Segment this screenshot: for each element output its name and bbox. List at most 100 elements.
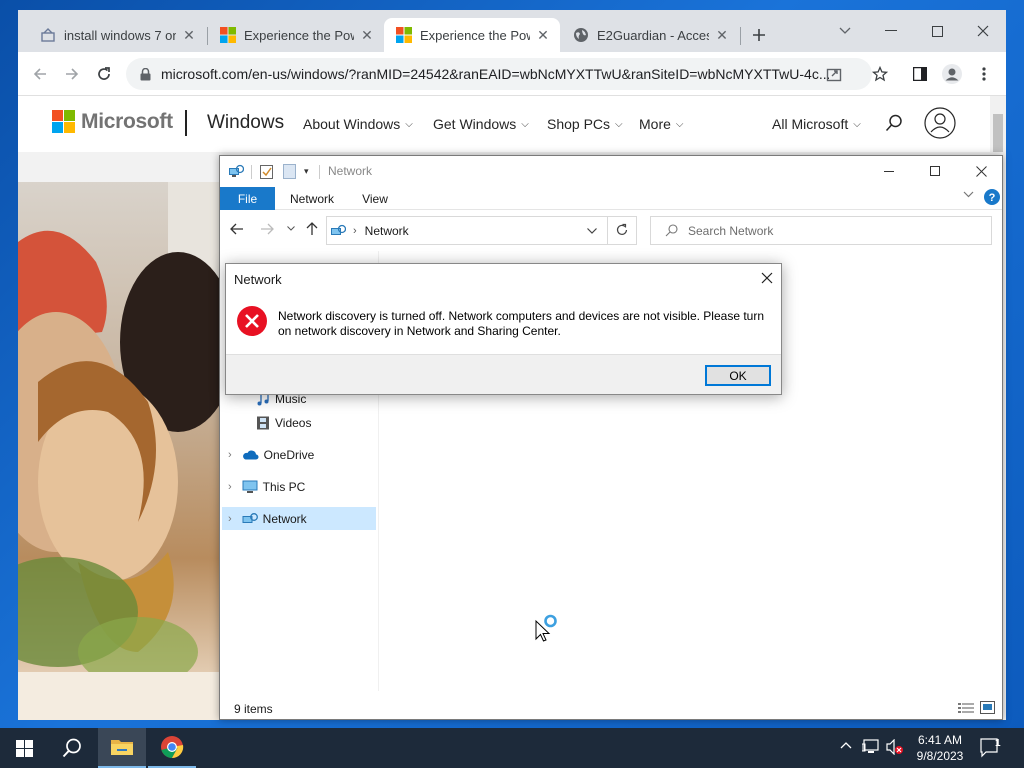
scrollbar-thumb[interactable] [993, 114, 1003, 152]
product-name[interactable]: Windows [207, 112, 284, 134]
close-icon[interactable]: ✕ [536, 27, 550, 44]
tab-title: Experience the Power [420, 27, 530, 43]
details-view-icon[interactable] [958, 702, 974, 714]
forward-arrow-icon[interactable] [58, 60, 86, 88]
expand-ribbon-chevron-icon[interactable] [963, 191, 974, 198]
clock[interactable]: 6:41 AM 9/8/2023 [910, 732, 970, 764]
qat-dropdown-icon[interactable]: ▾ [304, 166, 309, 177]
address-bar[interactable]: › Network [326, 216, 637, 245]
nav-about-windows[interactable]: About Windows ⌵ [303, 116, 413, 132]
new-tab-plus-icon[interactable] [745, 21, 773, 49]
address-bar[interactable]: microsoft.com/en-us/windows/?ranMID=2454… [126, 58, 872, 90]
account-icon[interactable] [924, 107, 956, 139]
refresh-icon[interactable] [615, 223, 629, 237]
new-folder-icon[interactable] [283, 164, 297, 179]
address-dropdown-icon[interactable] [587, 228, 597, 234]
network-status-icon[interactable] [862, 739, 880, 755]
maximize-icon[interactable] [918, 160, 952, 182]
tab-network[interactable]: Network [278, 187, 346, 210]
side-panel-icon[interactable] [906, 60, 934, 88]
nav-more[interactable]: More ⌵ [639, 116, 684, 132]
reload-icon[interactable] [90, 60, 118, 88]
minimize-icon[interactable] [868, 16, 914, 46]
close-icon[interactable] [964, 160, 998, 182]
properties-check-icon[interactable] [260, 164, 274, 179]
onedrive-cloud-icon [242, 449, 259, 460]
close-icon[interactable]: ✕ [715, 27, 729, 44]
tab-e2guardian[interactable]: E2Guardian - Access ✕ [561, 18, 739, 52]
nav-item-this-pc[interactable]: › This PC [222, 475, 376, 498]
clock-time: 6:41 AM [917, 733, 963, 747]
nav-label: This PC [262, 479, 306, 494]
volume-muted-icon[interactable] [886, 739, 904, 755]
microsoft-logo-icon [396, 27, 412, 43]
explorer-title-bar: ▾ Network [220, 156, 1002, 187]
taskbar: 6:41 AM 9/8/2023 1 [0, 728, 1024, 768]
site-header: Microsoft Windows About Windows ⌵ Get Win… [18, 96, 990, 152]
recent-locations-chevron-icon[interactable] [287, 226, 295, 231]
tab-view[interactable]: View [350, 187, 400, 210]
window-title: Network [328, 164, 373, 178]
status-item-count: 9 items [234, 702, 273, 716]
nav-all-microsoft[interactable]: All Microsoft ⌵ [772, 116, 861, 132]
bookmark-star-icon[interactable] [866, 60, 894, 88]
dialog-button-bar: OK [226, 354, 781, 394]
ok-button[interactable]: OK [705, 365, 771, 386]
maximize-icon[interactable] [914, 16, 960, 46]
file-explorer-taskbar-icon[interactable] [98, 728, 146, 768]
back-arrow-icon[interactable] [230, 223, 244, 235]
network-icon [330, 223, 346, 239]
tab-title: E2Guardian - Access [597, 27, 709, 43]
up-arrow-icon[interactable] [306, 222, 318, 236]
tab-install-windows[interactable]: install windows 7 onli ✕ [28, 18, 206, 52]
expand-chevron-icon[interactable]: › [228, 481, 232, 493]
start-button-windows-icon[interactable] [0, 728, 48, 768]
nav-item-videos[interactable]: Videos [222, 411, 376, 434]
close-icon[interactable]: ✕ [182, 27, 196, 44]
header-divider [185, 110, 187, 136]
forward-arrow-icon[interactable] [260, 223, 274, 235]
nav-label: Videos [275, 415, 312, 430]
microsoft-logo-icon[interactable] [52, 110, 75, 133]
nav-get-windows[interactable]: Get Windows ⌵ [433, 116, 529, 132]
ribbon-tabs: File Network View ? [220, 187, 1002, 210]
file-explorer-window: ▾ Network File Network View ? › Network … [219, 155, 1003, 720]
chrome-taskbar-icon[interactable] [148, 728, 196, 768]
tab-file[interactable]: File [220, 187, 275, 210]
network-icon [242, 512, 258, 526]
large-icons-view-icon[interactable] [980, 701, 995, 714]
tab-experience-power-2[interactable]: Experience the Power ✕ [384, 18, 560, 52]
expand-chevron-icon[interactable]: › [228, 449, 232, 461]
nav-label: Shop PCs [547, 116, 611, 132]
film-strip-icon [256, 416, 270, 430]
taskbar-search-icon[interactable] [48, 728, 96, 768]
close-icon[interactable] [761, 272, 773, 284]
nav-label: Get Windows [433, 116, 517, 132]
tab-search-chevron-icon[interactable] [822, 16, 868, 46]
nav-item-network[interactable]: › Network [222, 507, 376, 530]
tab-experience-power-1[interactable]: Experience the Power ✕ [208, 18, 384, 52]
search-icon[interactable] [885, 114, 903, 132]
brand-name[interactable]: Microsoft [81, 110, 173, 134]
search-box[interactable]: Search Network [650, 216, 992, 245]
expand-chevron-icon[interactable]: › [228, 513, 232, 525]
profile-avatar-icon[interactable] [938, 60, 966, 88]
chevron-down-icon: ⌵ [675, 118, 684, 130]
nav-shop-pcs[interactable]: Shop PCs ⌵ [547, 116, 623, 132]
close-icon[interactable]: ✕ [360, 27, 374, 44]
search-icon [665, 224, 678, 237]
notification-count: 1 [995, 738, 1001, 749]
error-icon [236, 305, 268, 337]
tab-strip: install windows 7 onli ✕ Experience the … [18, 10, 1006, 52]
help-icon[interactable]: ? [984, 189, 1000, 205]
show-hidden-icons-chevron-icon[interactable] [840, 741, 852, 749]
back-arrow-icon[interactable] [26, 60, 54, 88]
breadcrumb-network[interactable]: Network [365, 224, 409, 238]
page-icon [40, 27, 56, 43]
nav-item-onedrive[interactable]: › OneDrive [222, 443, 376, 466]
share-icon[interactable] [826, 66, 842, 82]
nav-label: About Windows [303, 116, 401, 132]
minimize-icon[interactable] [872, 160, 906, 182]
close-window-icon[interactable] [960, 16, 1006, 46]
more-menu-icon[interactable] [970, 60, 998, 88]
